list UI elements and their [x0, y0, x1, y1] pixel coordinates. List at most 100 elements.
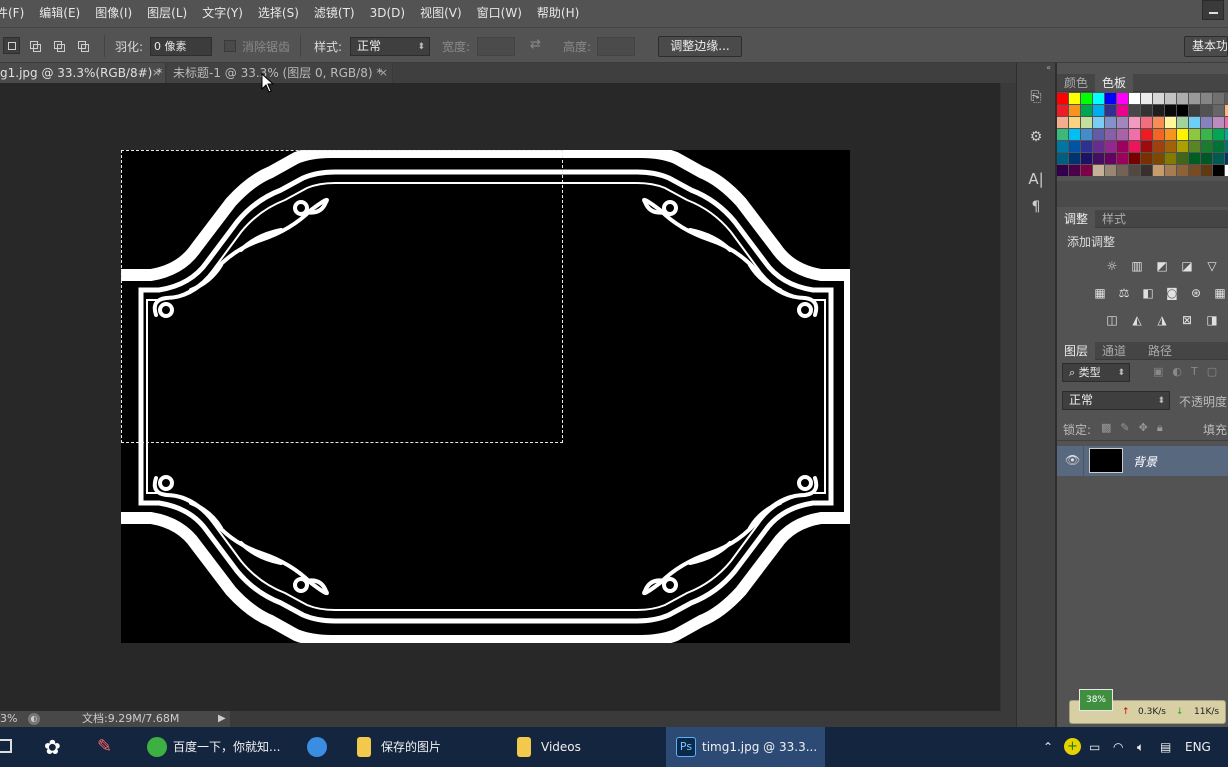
color-swatch[interactable] [1069, 117, 1080, 128]
visibility-eye-icon[interactable]: 👁︎ [1065, 453, 1080, 467]
color-swatch[interactable] [1069, 129, 1080, 140]
color-swatch[interactable] [1165, 105, 1176, 116]
color-swatch[interactable] [1129, 165, 1140, 176]
language-indicator[interactable]: ENG [1185, 727, 1211, 767]
menu-window[interactable]: 窗口(W) [469, 0, 529, 26]
character-icon[interactable]: A| [1017, 165, 1055, 193]
color-swatch[interactable] [1081, 105, 1092, 116]
tab-adjustments[interactable]: 调整 [1057, 210, 1096, 228]
color-swatch[interactable] [1093, 105, 1104, 116]
color-swatch[interactable] [1177, 105, 1188, 116]
color-swatch[interactable] [1069, 105, 1080, 116]
battery-icon[interactable]: ▭ [1089, 727, 1100, 767]
color-swatch[interactable] [1057, 141, 1068, 152]
vibrance-icon[interactable]: ▽ [1203, 259, 1221, 273]
volume-icon[interactable]: 🔈︎ [1137, 727, 1144, 767]
lock-move-icon[interactable]: ✥ [1139, 421, 1148, 435]
color-swatch[interactable] [1141, 129, 1152, 140]
color-swatch[interactable] [1141, 93, 1152, 104]
color-swatch[interactable] [1177, 153, 1188, 164]
width-input[interactable] [477, 37, 515, 56]
black-white-icon[interactable]: ◧ [1139, 286, 1157, 300]
color-swatch[interactable] [1141, 105, 1152, 116]
color-swatch[interactable] [1081, 165, 1092, 176]
color-swatch[interactable] [1117, 153, 1128, 164]
channel-mixer-icon[interactable]: ⊛ [1187, 286, 1205, 300]
layer-name[interactable]: 背景 [1133, 453, 1157, 470]
menu-filter[interactable]: 滤镜(T) [306, 0, 362, 26]
color-swatch[interactable] [1081, 117, 1092, 128]
color-swatch[interactable] [1153, 105, 1164, 116]
color-swatch[interactable] [1129, 105, 1140, 116]
color-swatch[interactable] [1057, 93, 1068, 104]
color-swatch[interactable] [1117, 165, 1128, 176]
hue-saturation-icon[interactable]: ▦ [1091, 286, 1109, 300]
color-swatch[interactable] [1093, 93, 1104, 104]
color-swatch[interactable] [1081, 141, 1092, 152]
task-browser[interactable]: 百度一下，你就知... [143, 727, 283, 767]
color-swatch[interactable] [1213, 93, 1224, 104]
tab-channels[interactable]: 通道 [1095, 342, 1133, 360]
color-swatch[interactable] [1213, 129, 1224, 140]
layer-row-background[interactable]: 👁︎ 背景 [1057, 446, 1228, 476]
task-view-icon[interactable] [0, 739, 12, 753]
color-swatch[interactable] [1117, 93, 1128, 104]
tab-swatches[interactable]: 色板 [1095, 74, 1134, 92]
color-swatch[interactable] [1081, 129, 1092, 140]
height-input[interactable] [597, 37, 635, 56]
color-swatch[interactable] [1165, 129, 1176, 140]
status-info-icon[interactable]: ◐ [28, 713, 40, 725]
minimize-button[interactable] [1202, 0, 1224, 20]
workspace-button[interactable]: 基本功 [1184, 36, 1228, 57]
antialias-checkbox[interactable] [224, 40, 236, 52]
color-swatch[interactable] [1105, 153, 1116, 164]
color-swatch[interactable] [1201, 93, 1212, 104]
menu-file[interactable]: 件(F) [0, 0, 31, 26]
pin-app-icon[interactable]: ✎ [97, 735, 121, 759]
color-swatch[interactable] [1105, 93, 1116, 104]
new-selection-icon[interactable] [3, 37, 20, 54]
color-swatch[interactable] [1201, 153, 1212, 164]
color-swatch[interactable] [1105, 141, 1116, 152]
color-swatch[interactable] [1213, 165, 1224, 176]
tray-expand-icon[interactable]: ⌃ [1043, 727, 1053, 767]
color-swatch[interactable] [1153, 165, 1164, 176]
color-swatch[interactable] [1189, 153, 1200, 164]
lock-pixels-icon[interactable]: ▩ [1101, 421, 1111, 435]
invert-icon[interactable]: ◫ [1103, 313, 1121, 327]
color-swatch[interactable] [1177, 129, 1188, 140]
color-swatch[interactable] [1117, 105, 1128, 116]
color-swatch[interactable] [1177, 165, 1188, 176]
color-swatch[interactable] [1153, 141, 1164, 152]
intersect-selection-icon[interactable] [74, 37, 91, 54]
color-swatch[interactable] [1093, 117, 1104, 128]
color-balance-icon[interactable]: ⚖ [1115, 286, 1133, 300]
properties-icon[interactable]: ⚙ [1017, 123, 1055, 151]
close-icon[interactable]: × [152, 63, 161, 83]
color-swatch[interactable] [1057, 105, 1068, 116]
fan-app-icon[interactable]: ✿ [44, 735, 68, 759]
task-edge[interactable] [305, 727, 335, 767]
type-filter-icon[interactable]: T [1191, 365, 1198, 378]
brightness-icon[interactable]: ☼ [1103, 259, 1121, 273]
color-swatch[interactable] [1177, 141, 1188, 152]
notification-icon[interactable]: ▤ [1160, 727, 1171, 767]
color-swatch[interactable] [1165, 117, 1176, 128]
color-swatch[interactable] [1189, 117, 1200, 128]
color-swatch[interactable] [1105, 129, 1116, 140]
color-swatch[interactable] [1129, 117, 1140, 128]
color-swatch[interactable] [1165, 141, 1176, 152]
color-swatch[interactable] [1057, 117, 1068, 128]
vertical-scrollbar[interactable] [1000, 83, 1016, 711]
color-swatch[interactable] [1057, 153, 1068, 164]
feather-input[interactable]: 0 像素 [150, 37, 212, 56]
color-swatch[interactable] [1189, 93, 1200, 104]
tab-styles[interactable]: 样式 [1095, 210, 1133, 228]
color-swatch[interactable] [1057, 165, 1068, 176]
color-swatch[interactable] [1165, 153, 1176, 164]
menu-image[interactable]: 图像(I) [87, 0, 139, 26]
menu-view[interactable]: 视图(V) [412, 0, 469, 26]
lock-paint-icon[interactable]: ✎ [1120, 421, 1129, 435]
tray-plus-icon[interactable]: + [1064, 738, 1081, 755]
color-swatch[interactable] [1177, 117, 1188, 128]
